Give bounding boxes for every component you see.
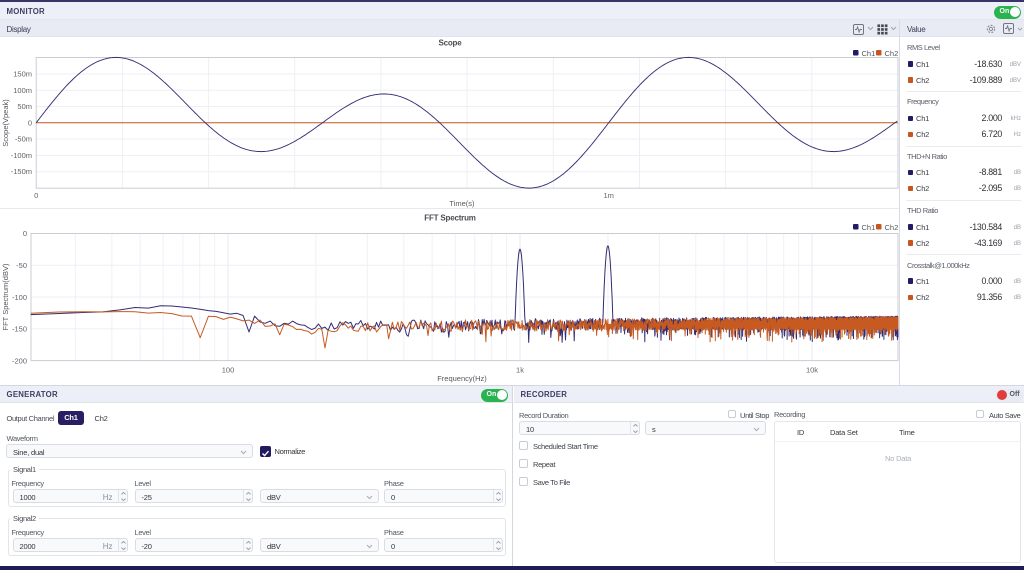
svg-text:Ch2: Ch2 <box>885 223 899 232</box>
svg-text:Time(s): Time(s) <box>449 199 475 208</box>
svg-text:50m: 50m <box>17 102 32 111</box>
svg-text:150m: 150m <box>13 70 32 79</box>
svg-text:0: 0 <box>28 118 32 127</box>
svg-text:-50m: -50m <box>15 135 32 144</box>
svg-text:-150m: -150m <box>11 167 32 176</box>
svg-text:0: 0 <box>23 229 27 238</box>
svg-text:FFT Spectrum(dBV): FFT Spectrum(dBV) <box>1 263 10 330</box>
svg-text:-100m: -100m <box>11 151 32 160</box>
svg-text:-200: -200 <box>12 356 27 365</box>
svg-text:0: 0 <box>34 191 38 200</box>
svg-text:1k: 1k <box>516 366 524 375</box>
svg-text:Ch1: Ch1 <box>862 49 876 58</box>
svg-text:-100: -100 <box>12 293 27 302</box>
svg-text:-150: -150 <box>12 325 27 334</box>
svg-text:-50: -50 <box>16 261 27 270</box>
svg-text:Scope: Scope <box>438 39 462 48</box>
svg-text:100m: 100m <box>13 86 32 95</box>
svg-text:100: 100 <box>222 366 235 375</box>
svg-text:Ch1: Ch1 <box>862 223 876 232</box>
svg-text:10k: 10k <box>806 366 818 375</box>
svg-text:Frequency(Hz): Frequency(Hz) <box>437 374 487 383</box>
svg-text:Scope(Vpeak): Scope(Vpeak) <box>1 99 10 147</box>
svg-text:1m: 1m <box>603 191 613 200</box>
svg-text:FFT Spectrum: FFT Spectrum <box>424 214 475 223</box>
svg-text:Ch2: Ch2 <box>885 49 899 58</box>
